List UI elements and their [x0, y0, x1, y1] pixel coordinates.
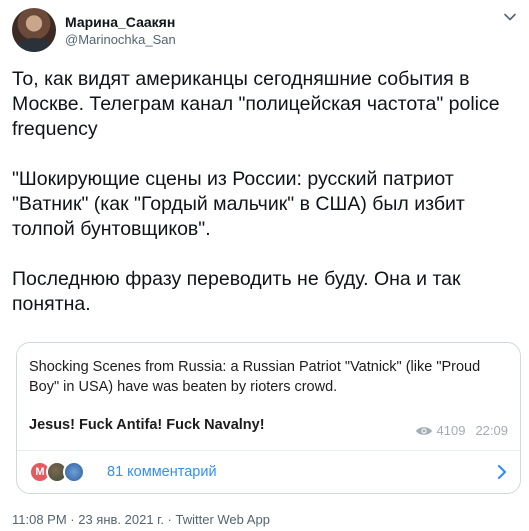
- author-handle[interactable]: @Marinochka_San: [65, 31, 176, 48]
- tweet: Марина_Саакян @Marinochka_San То, как ви…: [0, 0, 529, 531]
- eye-icon: [415, 426, 432, 435]
- author-display-name[interactable]: Марина_Саакян: [65, 13, 176, 31]
- message-time: 22:09: [475, 423, 508, 438]
- telegram-message-text: Shocking Scenes from Russia: a Russian P…: [29, 359, 481, 395]
- tweet-header: Марина_Саакян @Marinochka_San: [12, 6, 176, 54]
- tweet-text: То, как видят американцы сегодняшние соб…: [12, 67, 517, 317]
- tweet-paragraph: "Шокирующие сцены из России: русский пат…: [12, 168, 471, 240]
- telegram-message-meta: 4109 22:09: [415, 423, 508, 438]
- author-names: Марина_Саакян @Marinochka_San: [65, 13, 176, 48]
- tweet-timestamp[interactable]: 11:08 PM · 23 янв. 2021 г. · Twitter Web…: [12, 512, 270, 527]
- comments-count-link[interactable]: 81 комментарий: [107, 464, 217, 480]
- tweet-paragraph: Последнюю фразу переводить не буду. Она …: [12, 268, 466, 315]
- chevron-right-icon[interactable]: [496, 464, 508, 480]
- telegram-embed-card[interactable]: Shocking Scenes from Russia: a Russian P…: [16, 342, 521, 494]
- view-count: 4109: [436, 423, 466, 438]
- tweet-paragraph: То, как видят американцы сегодняшние соб…: [12, 68, 506, 140]
- commenter-avatars: M: [29, 461, 95, 483]
- divider: [17, 450, 520, 451]
- avatar: [63, 461, 85, 483]
- chevron-down-icon[interactable]: [503, 10, 517, 24]
- avatar[interactable]: [12, 8, 56, 52]
- comments-row[interactable]: M 81 комментарий: [29, 455, 508, 489]
